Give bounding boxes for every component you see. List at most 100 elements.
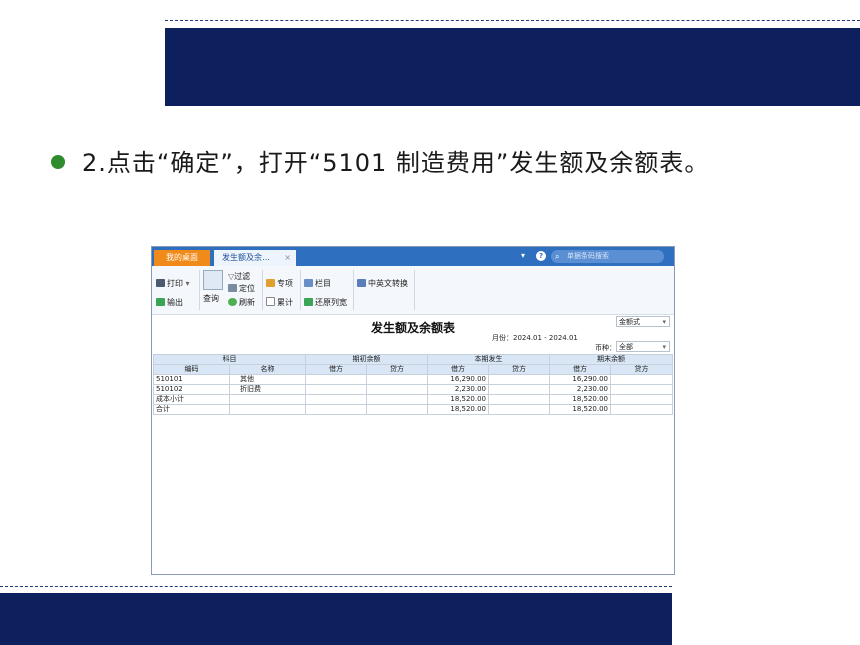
table-cell — [305, 404, 367, 415]
titlebar: 我的桌面 发生额及余… × ▾ ? ⌕ 单据条码搜索 — [152, 247, 674, 266]
export-icon — [156, 298, 165, 306]
search-input[interactable]: ⌕ 单据条码搜索 — [551, 250, 664, 263]
table-cell: 18,520.00 — [427, 394, 489, 405]
export-button[interactable]: 输出 — [156, 297, 183, 308]
column-header[interactable]: 借方 — [549, 364, 611, 375]
checkbox-icon — [266, 297, 275, 306]
table-cell — [305, 374, 367, 385]
group-header: 期初余额 — [305, 354, 428, 365]
step-text: 2.点击“确定”，打开“5101 制造费用”发生额及余额表。 — [82, 149, 710, 177]
search-icon: ⌕ — [555, 252, 560, 261]
group-header: 科目 — [153, 354, 306, 365]
table-row[interactable]: 510102 折旧费 2,230.00 2,230.00 — [153, 384, 673, 395]
bullet-icon — [51, 155, 65, 169]
group-header-row: 科目 期初余额 本期发生 期末余额 — [153, 354, 673, 365]
table-cell — [610, 394, 673, 405]
table-row[interactable]: 合计 18,520.00 18,520.00 — [153, 404, 673, 415]
table-cell — [366, 384, 428, 395]
month-range: 月份：2024.01 - 2024.01 — [492, 334, 578, 342]
column-header[interactable]: 编码 — [153, 364, 230, 375]
table-cell: 成本小计 — [153, 394, 230, 405]
format-select[interactable]: 金额式 ▾ — [616, 316, 670, 327]
table-cell: 折旧费 — [229, 384, 306, 395]
footer-band — [0, 593, 672, 645]
table-cell — [488, 394, 550, 405]
table-row[interactable]: 成本小计 18,520.00 18,520.00 — [153, 394, 673, 405]
table-row[interactable]: 510101 其他 16,290.00 16,290.00 — [153, 374, 673, 385]
currency-select[interactable]: 全部 ▾ — [616, 341, 670, 352]
tab-balance-report[interactable]: 发生额及余… × — [214, 250, 296, 266]
refresh-icon — [228, 298, 237, 306]
table-cell — [305, 384, 367, 395]
chevron-down-icon: ▾ — [662, 343, 666, 351]
query-button[interactable]: 查询 — [203, 293, 219, 304]
cn-en-convert-button[interactable]: 中英文转换 — [357, 278, 408, 289]
search-placeholder: 单据条码搜索 — [567, 252, 609, 260]
currency-label: 币种： — [595, 344, 616, 352]
close-icon[interactable]: × — [284, 250, 291, 266]
special-icon — [266, 279, 275, 287]
print-button[interactable]: 打印 ▾ — [156, 278, 190, 289]
locate-icon — [228, 284, 237, 292]
bottom-dashed-rule — [0, 586, 672, 587]
table-cell — [366, 394, 428, 405]
table-cell — [366, 374, 428, 385]
table-cell: 2,230.00 — [427, 384, 489, 395]
table-cell — [366, 404, 428, 415]
toolbar: 打印 ▾ 输出 查询 ▽过滤 定位 刷新 专项 累计 栏目 还原列宽 中英文转换 — [152, 266, 674, 315]
column-header[interactable]: 贷方 — [488, 364, 550, 375]
table-cell — [305, 394, 367, 405]
balance-table: 科目 期初余额 本期发生 期末余额 编码 名称 借方 贷方 借方 贷方 借方 贷… — [153, 354, 673, 415]
toolbar-divider — [414, 270, 415, 310]
table-cell — [610, 374, 673, 385]
filter-button[interactable]: ▽过滤 — [228, 271, 250, 282]
table-cell — [229, 394, 306, 405]
table-cell — [488, 374, 550, 385]
table-cell — [488, 384, 550, 395]
toolbar-divider — [300, 270, 301, 310]
table-cell: 合计 — [153, 404, 230, 415]
chevron-down-icon: ▾ — [662, 318, 666, 326]
table-cell: 其他 — [229, 374, 306, 385]
table-cell: 18,520.00 — [549, 404, 611, 415]
help-icon[interactable]: ? — [536, 251, 546, 261]
toolbar-divider — [199, 270, 200, 310]
column-header-row: 编码 名称 借方 贷方 借方 贷方 借方 贷方 — [153, 364, 673, 375]
group-header: 期末余额 — [549, 354, 673, 365]
special-button[interactable]: 专项 — [266, 278, 293, 289]
chevron-down-icon: ▾ — [185, 279, 190, 288]
table-cell: 510101 — [153, 374, 230, 385]
table-cell — [610, 404, 673, 415]
header-band — [165, 28, 860, 106]
locate-button[interactable]: 定位 — [228, 283, 255, 294]
tab-label: 发生额及余… — [222, 253, 270, 262]
column-header[interactable]: 借方 — [305, 364, 367, 375]
printer-icon — [156, 279, 165, 287]
table-cell: 18,520.00 — [427, 404, 489, 415]
app-window: 我的桌面 发生额及余… × ▾ ? ⌕ 单据条码搜索 打印 ▾ 输出 查询 ▽过… — [151, 246, 675, 575]
refresh-button[interactable]: 刷新 — [228, 297, 255, 308]
translate-icon — [357, 279, 366, 287]
table-cell: 16,290.00 — [549, 374, 611, 385]
table-cell: 18,520.00 — [549, 394, 611, 405]
columns-button[interactable]: 栏目 — [304, 278, 331, 289]
restore-column-width-button[interactable]: 还原列宽 — [304, 297, 347, 308]
column-header[interactable]: 贷方 — [610, 364, 673, 375]
group-header: 本期发生 — [427, 354, 550, 365]
column-header[interactable]: 名称 — [229, 364, 306, 375]
table-cell: 16,290.00 — [427, 374, 489, 385]
toolbar-divider — [262, 270, 263, 310]
columns-icon — [304, 279, 313, 287]
table-cell — [488, 404, 550, 415]
toolbar-divider — [353, 270, 354, 310]
report-title: 发生额及余额表 — [370, 321, 455, 335]
table-cell — [610, 384, 673, 395]
magnifier-icon — [203, 270, 223, 290]
table-cell — [229, 404, 306, 415]
restore-icon — [304, 298, 313, 306]
cumulative-checkbox[interactable]: 累计 — [266, 297, 293, 308]
column-header[interactable]: 借方 — [427, 364, 489, 375]
tab-my-desktop[interactable]: 我的桌面 — [154, 250, 210, 266]
column-header[interactable]: 贷方 — [366, 364, 428, 375]
chevron-down-icon[interactable]: ▾ — [521, 251, 525, 260]
